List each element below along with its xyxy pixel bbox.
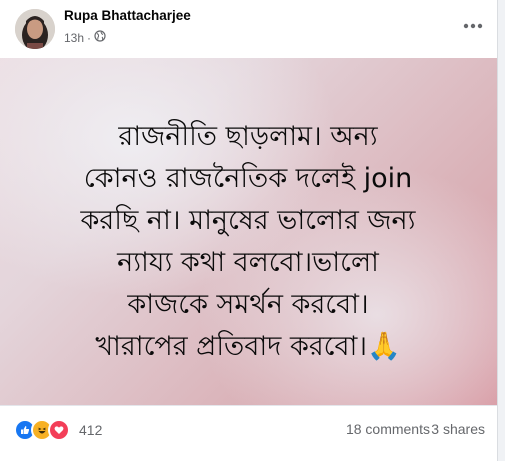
post-timestamp[interactable]: 13h [64,31,84,45]
reaction-count: 412 [79,422,103,438]
post-line-1: রাজনীতি ছাড়লাম। অন্য [118,121,378,152]
shares-link[interactable]: 3 shares [431,421,485,437]
love-icon [48,419,70,441]
post-line-3: করছি না। মানুষের ভালোর জন্য [80,205,416,236]
author-name[interactable]: Rupa Bhattacharjee [64,8,191,23]
author-avatar[interactable] [15,9,55,49]
post-card: Rupa Bhattacharjee 13h · রাজনীতি ছাড়লাম… [0,0,498,461]
reactions-summary[interactable]: 412 [14,419,102,441]
meta-separator: · [87,30,92,45]
post-line-2: কোনও রাজনৈতিক দলেই join [83,163,413,194]
post-meta: 13h · [64,30,106,45]
globe-icon [94,30,106,45]
post-text-block: রাজনীতি ছাড়লাম। অন্য কোনও রাজনৈতিক দলেই… [28,116,468,368]
post-line-5: কাজকে সমর্থন করবো। [127,289,369,320]
post-stats: 412 18 comments 3 shares [0,405,497,461]
post-header: Rupa Bhattacharjee 13h · [0,0,497,58]
comments-link[interactable]: 18 comments [346,421,430,437]
post-text-image[interactable]: রাজনীতি ছাড়লাম। অন্য কোনও রাজনৈতিক দলেই… [0,58,497,405]
post-line-4: ন্যায্য কথা বলবো।ভালো [117,247,379,278]
post-line-6: খারাপের প্রতিবাদ করবো।🙏 [95,331,401,362]
more-options-icon[interactable] [457,10,489,42]
